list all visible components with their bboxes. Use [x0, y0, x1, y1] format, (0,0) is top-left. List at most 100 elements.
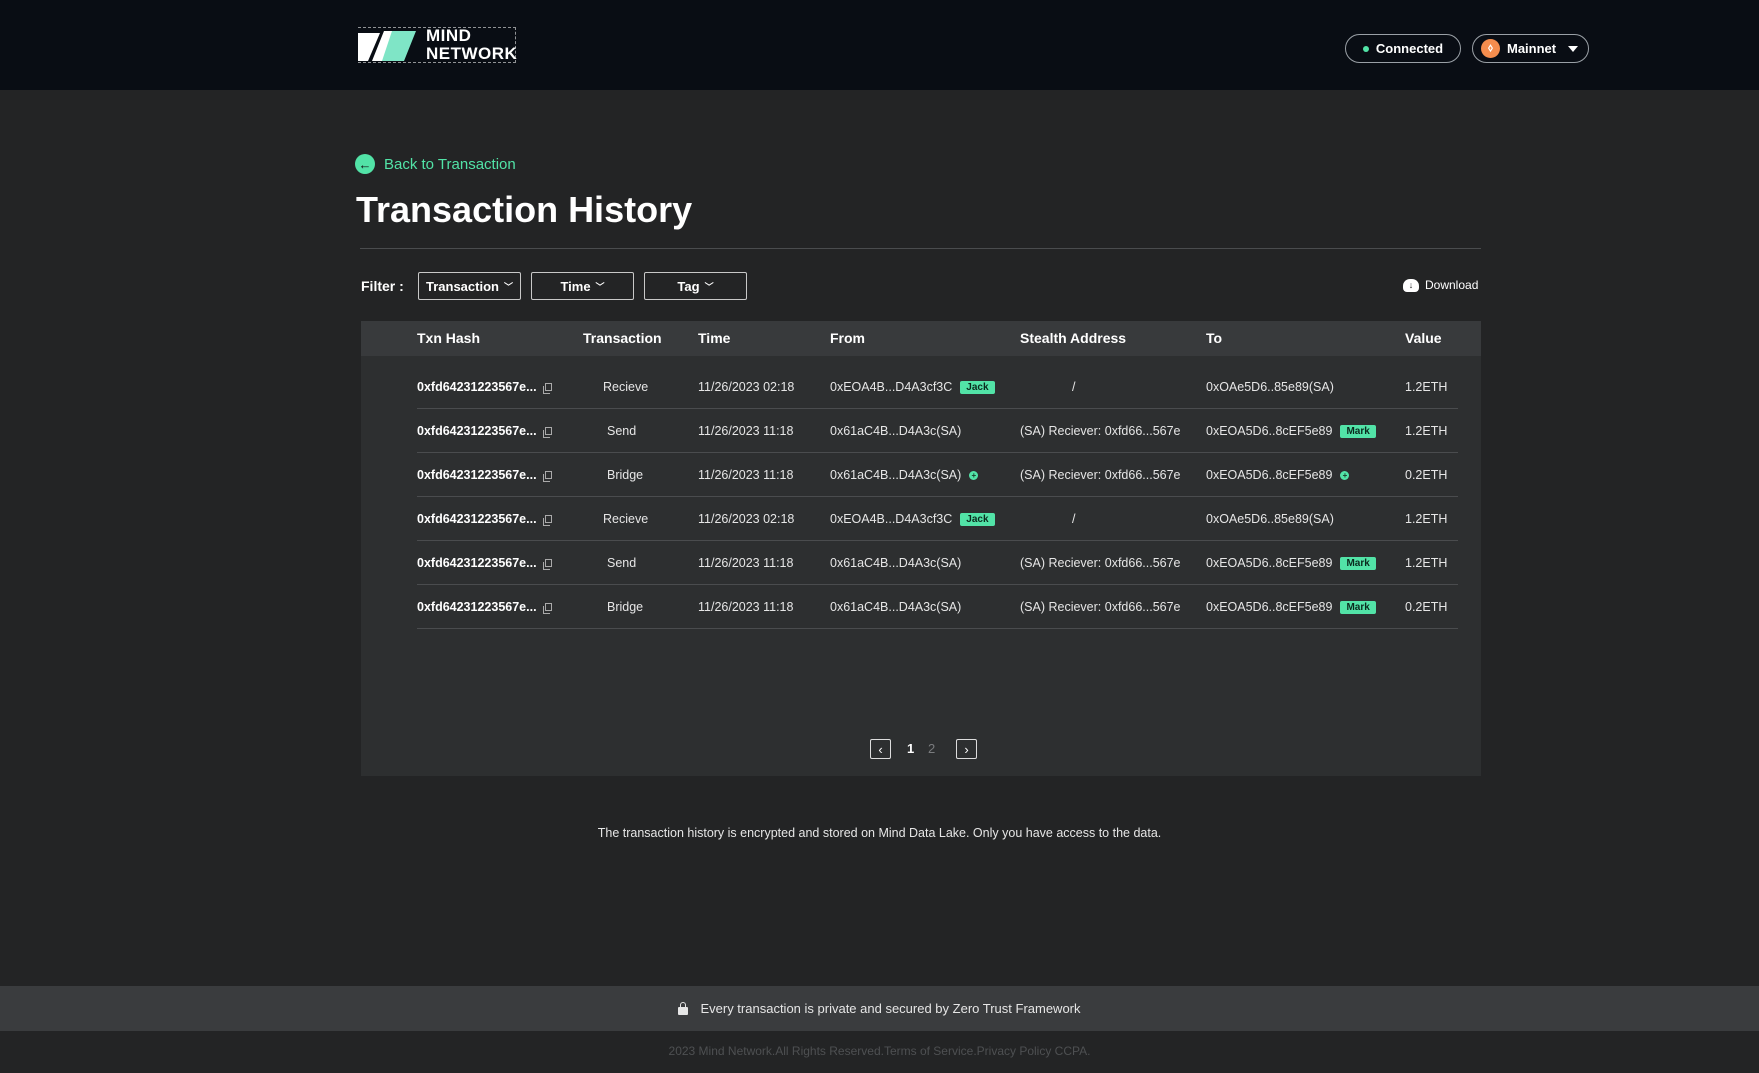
header-txn-hash: Txn Hash	[417, 330, 481, 346]
tag-badge[interactable]: Mark	[1340, 556, 1376, 570]
logo-mark-icon	[358, 31, 416, 61]
connected-status-button[interactable]: Connected	[1345, 34, 1461, 63]
from-address: 0x61aC4B...D4A3c(SA)	[830, 556, 962, 570]
to-address: 0xEOA5D6..8cEF5e89	[1206, 424, 1333, 438]
logo-text: MIND NETWORK	[426, 27, 517, 63]
txn-hash-cell[interactable]: 0xfd64231223567e...	[417, 453, 552, 497]
filter-label: Filter :	[361, 278, 404, 294]
lock-icon	[678, 1001, 689, 1015]
txn-hash-cell[interactable]: 0xfd64231223567e...	[417, 409, 552, 453]
stealth-address: (SA) Reciever: 0xfd66...567e	[1020, 468, 1181, 482]
add-tag-icon[interactable]: +	[1340, 470, 1350, 480]
page-2-link[interactable]: 2	[928, 741, 935, 756]
to-cell: 0xEOA5D6..8cEF5e89 Mark	[1206, 541, 1376, 585]
network-selector[interactable]: ⬨ Mainnet	[1472, 34, 1589, 63]
to-address: 0xEOA5D6..8cEF5e89	[1206, 468, 1333, 482]
stealth-address: /	[1072, 512, 1076, 526]
to-cell: 0xEOA5D6..8cEF5e89 Mark	[1206, 585, 1376, 629]
to-address: 0xOAe5D6..85e89(SA)	[1206, 380, 1334, 394]
from-address: 0x61aC4B...D4A3c(SA)	[830, 468, 962, 482]
arrow-left-icon: ←	[355, 154, 375, 174]
transaction-type: Bridge	[607, 468, 644, 482]
to-cell: 0xOAe5D6..85e89(SA)	[1206, 497, 1334, 541]
download-label: Download	[1425, 278, 1479, 292]
to-address: 0xEOA5D6..8cEF5e89	[1206, 556, 1333, 570]
txn-hash-cell[interactable]: 0xfd64231223567e...	[417, 585, 552, 629]
tag-badge[interactable]: Jack	[960, 512, 995, 526]
title-divider	[360, 248, 1481, 249]
logo-line-1: MIND	[426, 26, 472, 45]
txn-hash: 0xfd64231223567e...	[417, 424, 537, 438]
table-row[interactable]: 0xfd64231223567e... Recieve 11/26/2023 0…	[417, 365, 1458, 409]
next-page-button[interactable]: ›	[956, 739, 977, 759]
to-address: 0xEOA5D6..8cEF5e89	[1206, 600, 1333, 614]
security-bar: Every transaction is private and secured…	[0, 986, 1759, 1031]
table-row[interactable]: 0xfd64231223567e... Bridge 11/26/2023 11…	[417, 585, 1458, 629]
transaction-type: Recieve	[603, 380, 649, 394]
txn-hash-cell[interactable]: 0xfd64231223567e...	[417, 365, 552, 409]
copy-icon[interactable]	[542, 559, 552, 570]
transaction-type: Recieve	[603, 512, 649, 526]
caret-down-icon	[1568, 45, 1579, 52]
time-filter-label: Time	[560, 278, 591, 294]
tag-filter-dropdown[interactable]: Tag ﹀	[644, 272, 747, 300]
transaction-time: 11/26/2023 11:18	[698, 424, 794, 438]
tag-badge[interactable]: Mark	[1340, 600, 1376, 614]
table-row[interactable]: 0xfd64231223567e... Send 11/26/2023 11:1…	[417, 409, 1458, 453]
tag-filter-label: Tag	[677, 278, 700, 294]
header-time: Time	[698, 330, 731, 346]
table-row[interactable]: 0xfd64231223567e... Recieve 11/26/2023 0…	[417, 497, 1458, 541]
table-row[interactable]: 0xfd64231223567e... Bridge 11/26/2023 11…	[417, 453, 1458, 497]
to-cell: 0xOAe5D6..85e89(SA)	[1206, 365, 1334, 409]
connected-dot-icon	[1362, 45, 1369, 52]
to-cell: 0xEOA5D6..8cEF5e89 +	[1206, 453, 1350, 497]
copy-icon[interactable]	[542, 515, 552, 526]
from-cell: 0x61aC4B...D4A3c(SA) +	[830, 453, 979, 497]
transaction-type: Bridge	[607, 600, 644, 614]
chevron-down-icon: ﹀	[704, 281, 714, 292]
copy-icon[interactable]	[542, 427, 552, 438]
from-cell: 0x61aC4B...D4A3c(SA)	[830, 541, 961, 585]
from-address: 0x61aC4B...D4A3c(SA)	[830, 600, 962, 614]
time-filter-dropdown[interactable]: Time ﹀	[531, 272, 634, 300]
add-tag-icon[interactable]: +	[969, 470, 979, 480]
transaction-value: 1.2ETH	[1405, 556, 1448, 570]
logo-line-2: NETWORK	[426, 44, 518, 63]
mind-network-logo[interactable]: MIND NETWORK	[358, 27, 517, 63]
header-stealth-address: Stealth Address	[1020, 330, 1127, 346]
table-header	[361, 321, 1481, 356]
back-to-transaction-link[interactable]: ← Back to Transaction	[355, 154, 516, 174]
transaction-filter-dropdown[interactable]: Transaction ﹀	[418, 272, 521, 300]
table-row[interactable]: 0xfd64231223567e... Send 11/26/2023 11:1…	[417, 541, 1458, 585]
prev-page-button[interactable]: ‹	[870, 739, 891, 759]
chevron-down-icon: ﹀	[595, 281, 605, 292]
tag-badge[interactable]: Mark	[1340, 424, 1376, 438]
transaction-value: 1.2ETH	[1405, 424, 1448, 438]
page-title: Transaction History	[356, 189, 693, 230]
from-address: 0x61aC4B...D4A3c(SA)	[830, 424, 962, 438]
page-1-link[interactable]: 1	[907, 741, 914, 756]
chevron-left-icon: ‹	[878, 741, 883, 757]
copy-icon[interactable]	[542, 603, 552, 614]
stealth-address: (SA) Reciever: 0xfd66...567e	[1020, 600, 1181, 614]
copy-icon[interactable]	[542, 471, 552, 482]
transaction-time: 11/26/2023 11:18	[698, 468, 794, 482]
stealth-address: (SA) Reciever: 0xfd66...567e	[1020, 424, 1181, 438]
transaction-time: 11/26/2023 11:18	[698, 556, 794, 570]
transaction-value: 1.2ETH	[1405, 512, 1448, 526]
download-button[interactable]: ↓ Download	[1403, 278, 1478, 292]
txn-hash-cell[interactable]: 0xfd64231223567e...	[417, 541, 552, 585]
tag-badge[interactable]: Jack	[960, 380, 995, 394]
from-cell: 0x61aC4B...D4A3c(SA)	[830, 409, 961, 453]
from-cell: 0xEOA4B...D4A3cf3C Jack	[830, 365, 995, 409]
transaction-value: 0.2ETH	[1405, 468, 1448, 482]
copy-icon[interactable]	[542, 383, 552, 394]
stealth-address: (SA) Reciever: 0xfd66...567e	[1020, 556, 1181, 570]
txn-hash-cell[interactable]: 0xfd64231223567e...	[417, 497, 552, 541]
to-address: 0xOAe5D6..85e89(SA)	[1206, 512, 1334, 526]
from-address: 0xEOA4B...D4A3cf3C	[830, 380, 953, 394]
transaction-type: Send	[607, 424, 637, 438]
encryption-note: The transaction history is encrypted and…	[597, 826, 1162, 840]
txn-hash: 0xfd64231223567e...	[417, 556, 537, 570]
transaction-value: 0.2ETH	[1405, 600, 1448, 614]
